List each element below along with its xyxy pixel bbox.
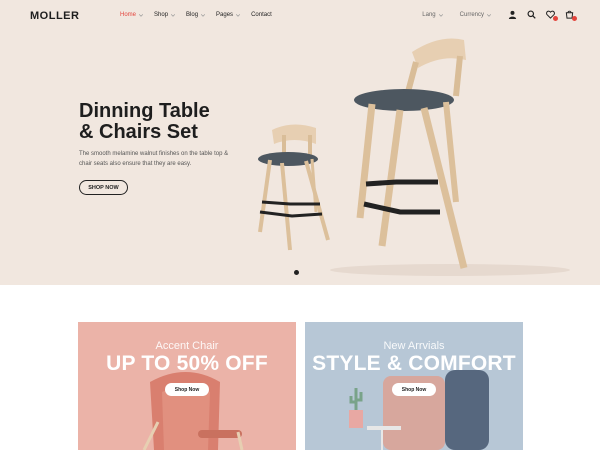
nav-item-contact[interactable]: Contact xyxy=(251,12,272,18)
banner-accent-chair[interactable]: Accent Chair UP TO 50% OFF Shop Now xyxy=(78,322,296,450)
header-actions: Lang Currency xyxy=(422,10,577,21)
user-icon[interactable] xyxy=(508,10,517,19)
chevron-down-icon xyxy=(438,13,443,17)
slider-dot[interactable] xyxy=(294,270,299,275)
nav-item-home[interactable]: Home xyxy=(120,12,144,18)
nav-item-pages[interactable]: Pages xyxy=(216,12,241,18)
logo[interactable]: MOLLER xyxy=(30,10,79,22)
nav-item-label: Contact xyxy=(251,12,272,18)
main-nav: Home Shop Blog Pages Contact xyxy=(120,12,272,18)
banner-shop-now-button[interactable]: Shop Now xyxy=(392,383,436,396)
nav-item-shop[interactable]: Shop xyxy=(154,12,176,18)
banner-subtitle: New Arrvials xyxy=(383,340,445,352)
banner-shop-now-button[interactable]: Shop Now xyxy=(165,383,209,396)
banner-headline: UP TO 50% OFF xyxy=(106,352,268,375)
nav-item-label: Shop xyxy=(154,12,169,18)
cart-icon[interactable] xyxy=(565,10,577,21)
chevron-down-icon xyxy=(170,14,176,17)
currency-select[interactable]: Currency xyxy=(460,12,492,18)
banner-new-arrivals[interactable]: New Arrvials STYLE & COMFORT Shop Now xyxy=(305,322,523,450)
site-header: MOLLER Home Shop Blog Pages Contact Lang… xyxy=(0,0,600,32)
small-stool-illustration xyxy=(258,124,330,251)
nav-item-label: Home xyxy=(120,12,137,18)
search-icon[interactable] xyxy=(527,10,536,19)
language-label: Lang xyxy=(422,11,436,18)
shop-now-button[interactable]: SHOP NOW xyxy=(79,180,128,195)
wishlist-icon[interactable] xyxy=(546,10,558,21)
chevron-down-icon xyxy=(236,14,241,17)
nav-item-label: Pages xyxy=(216,12,234,18)
wishlist-badge xyxy=(553,16,558,21)
chevron-down-icon xyxy=(486,13,492,17)
currency-label: Currency xyxy=(459,11,484,18)
hero-slider: Dinning Table & Chairs Set The smooth me… xyxy=(0,32,600,285)
hero-description: The smooth melamine walnut finishes on t… xyxy=(79,151,229,167)
large-stool-illustration xyxy=(354,38,468,269)
cart-badge xyxy=(572,16,577,21)
banner-headline: STYLE & COMFORT xyxy=(312,352,516,375)
nav-item-blog[interactable]: Blog xyxy=(186,12,206,18)
language-select[interactable]: Lang xyxy=(422,12,443,18)
banner-subtitle: Accent Chair xyxy=(155,340,219,352)
chevron-down-icon xyxy=(138,14,144,17)
chevron-down-icon xyxy=(200,14,206,17)
chairs-image xyxy=(258,38,570,276)
nav-item-label: Blog xyxy=(186,12,199,18)
